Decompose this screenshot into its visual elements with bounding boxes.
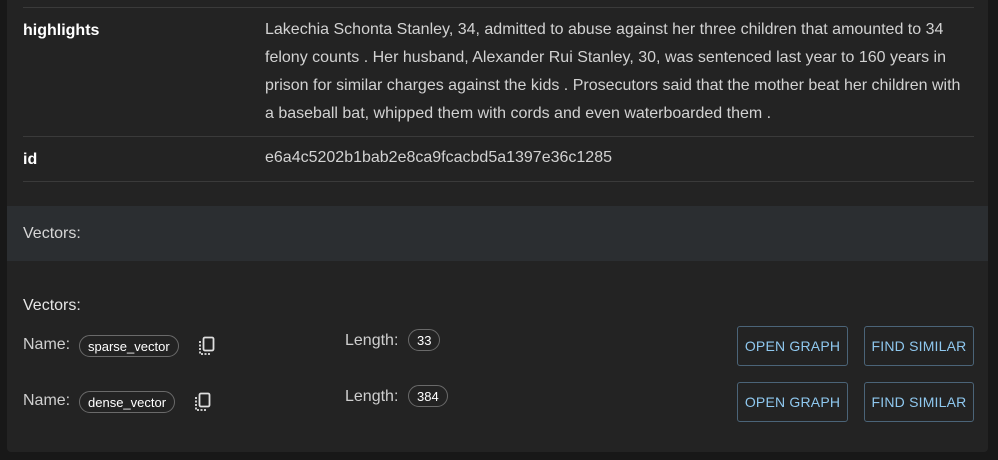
- payload-value: Lakechia Schonta Stanley, 34, admitted t…: [265, 21, 961, 122]
- vector-length-chip: 33: [408, 329, 441, 351]
- copy-icon[interactable]: [198, 336, 216, 356]
- find-similar-button[interactable]: FIND SIMILAR: [864, 382, 974, 422]
- vectors-section-header: Vectors:: [7, 206, 988, 261]
- length-label: Length:: [345, 388, 399, 405]
- vector-name-chip: dense_vector: [79, 391, 176, 413]
- payload-value: e6a4c5202b1bab2e8ca9fcacbd5a1397e36c1285: [265, 149, 612, 166]
- payload-row-highlights: highlights Lakechia Schonta Stanley, 34,…: [23, 8, 974, 137]
- payload-key: highlights: [23, 22, 100, 39]
- vector-length-chip: 384: [408, 385, 448, 407]
- open-graph-button[interactable]: OPEN GRAPH: [737, 326, 848, 366]
- find-similar-button[interactable]: FIND SIMILAR: [864, 326, 974, 366]
- vector-row: Name: dense_vector Length: 384 OPEN GRAP…: [23, 382, 974, 422]
- name-label: Name:: [23, 392, 71, 409]
- open-graph-button[interactable]: OPEN GRAPH: [737, 382, 848, 422]
- vector-name-chip: sparse_vector: [79, 335, 179, 357]
- vectors-title: Vectors:: [23, 297, 81, 314]
- copy-icon[interactable]: [194, 392, 212, 412]
- payload-key: id: [23, 151, 38, 168]
- vectors-header-label: Vectors:: [23, 225, 81, 242]
- payload-row-id: id e6a4c5202b1bab2e8ca9fcacbd5a1397e36c1…: [23, 137, 974, 182]
- length-label: Length:: [345, 332, 399, 349]
- name-label: Name:: [23, 336, 71, 353]
- vector-row: Name: sparse_vector Length: 33 OPEN GRAP…: [23, 326, 974, 366]
- point-card: highlights Lakechia Schonta Stanley, 34,…: [7, 0, 988, 452]
